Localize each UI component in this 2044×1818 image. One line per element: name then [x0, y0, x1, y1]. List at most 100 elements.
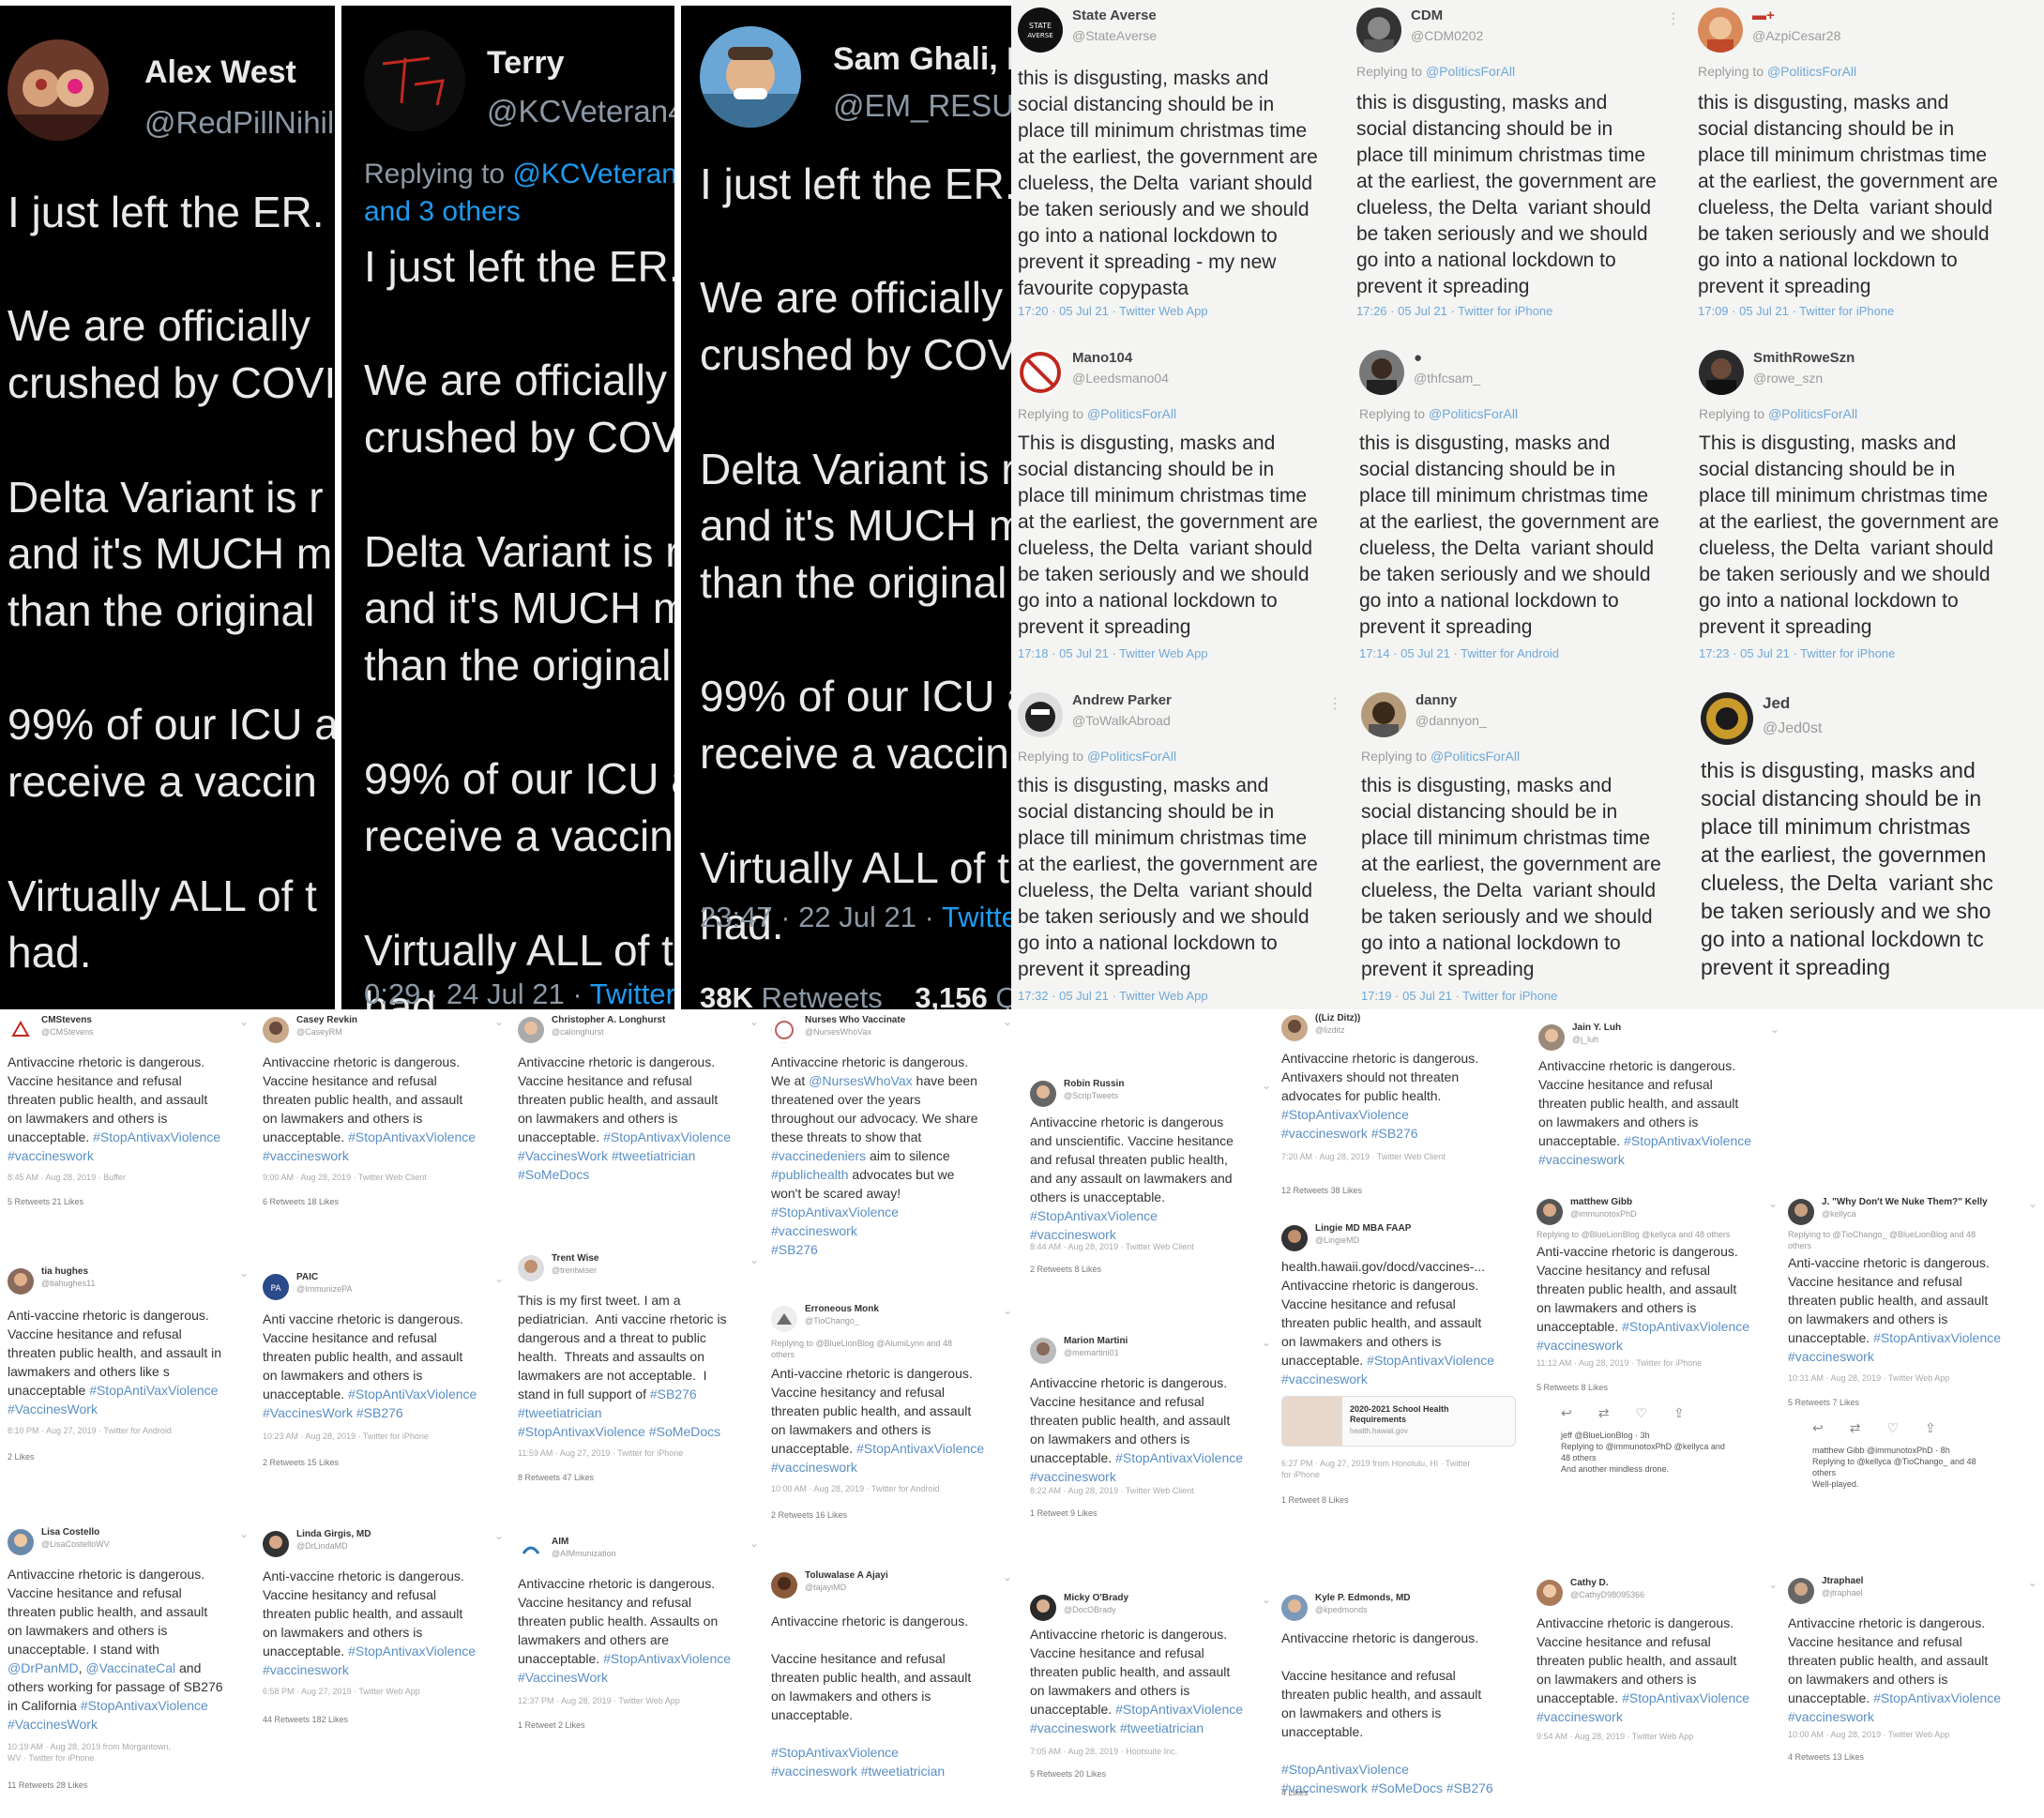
avatar[interactable]: [1538, 1024, 1565, 1051]
display-name[interactable]: Lisa Costello: [41, 1527, 99, 1538]
timestamp[interactable]: 12:37 PM · Aug 28, 2019 · Twitter Web Ap…: [518, 1696, 680, 1705]
handle[interactable]: @CMStevens: [41, 1027, 94, 1037]
chevron-down-icon[interactable]: ⌄: [494, 1529, 504, 1542]
reply-icon[interactable]: ↩: [1561, 1405, 1598, 1420]
chevron-down-icon[interactable]: ⌄: [1768, 1578, 1778, 1591]
timestamp[interactable]: 9:00 AM · Aug 28, 2019 · Twitter Web Cli…: [263, 1173, 427, 1182]
chevron-down-icon[interactable]: ⌄: [1003, 1015, 1012, 1028]
chevron-down-icon[interactable]: ⌄: [2028, 1197, 2037, 1210]
handle[interactable]: @TioChango_: [805, 1316, 859, 1326]
timestamp[interactable]: 9:54 AM · Aug 28, 2019 · Twitter Web App: [1537, 1732, 1693, 1741]
avatar[interactable]: [518, 1255, 544, 1281]
display-name[interactable]: Robin Russin: [1064, 1079, 1124, 1089]
reply-others-link[interactable]: and 3 others: [364, 196, 521, 227]
handle[interactable]: @tiahughes11: [41, 1279, 96, 1288]
avatar[interactable]: [1018, 692, 1063, 737]
handle[interactable]: @CDM0202: [1411, 28, 1483, 43]
reply-icon[interactable]: ↩: [1812, 1420, 1850, 1435]
more-icon[interactable]: ⋮: [1666, 9, 1681, 28]
timestamp[interactable]: 17:32 · 05 Jul 21 · Twitter Web App: [1018, 989, 1208, 1003]
timestamp[interactable]: 10:19 AM · Aug 28, 2019 from Morgantown,…: [8, 1741, 171, 1764]
retweet-icon[interactable]: ⇄: [1850, 1420, 1887, 1435]
avatar[interactable]: STATE AVERSE: [1018, 8, 1063, 53]
timestamp[interactable]: 17:19 · 05 Jul 21 · Twitter for iPhone: [1361, 989, 1557, 1003]
display-name[interactable]: J. "Why Don't We Nuke Them?" Kelly: [1822, 1197, 1988, 1207]
display-name[interactable]: Toluwalase A Ajayi: [805, 1570, 888, 1581]
handle[interactable]: @LingieMD: [1315, 1235, 1359, 1245]
display-name[interactable]: AIM: [552, 1537, 568, 1547]
timestamp[interactable]: 17:23 · 05 Jul 21 · Twitter for iPhone: [1699, 646, 1895, 660]
handle[interactable]: @kellyca: [1822, 1209, 1856, 1219]
chevron-down-icon[interactable]: ⌄: [1003, 1304, 1012, 1317]
display-name[interactable]: Andrew Parker: [1072, 692, 1172, 708]
handle[interactable]: @Jed0st: [1763, 720, 1822, 737]
display-name[interactable]: Lingie MD MBA FAAP: [1315, 1223, 1411, 1234]
timestamp[interactable]: 11:59 AM · Aug 27, 2019 · Twitter for iP…: [518, 1448, 683, 1458]
reply-mention-link[interactable]: @PoliticsForAll: [1087, 749, 1176, 764]
avatar[interactable]: [263, 1531, 289, 1557]
display-name-badge[interactable]: ●: [1414, 350, 1422, 366]
display-name[interactable]: SmithRoweSzn: [1753, 350, 1855, 366]
avatar[interactable]: [1356, 8, 1401, 53]
avatar[interactable]: [1537, 1580, 1563, 1606]
chevron-down-icon[interactable]: ⌄: [494, 1015, 504, 1028]
timestamp[interactable]: 8:44 AM · Aug 28, 2019 · Twitter Web Cli…: [1030, 1242, 1194, 1251]
avatar[interactable]: [263, 1017, 289, 1043]
handle[interactable]: @AzpiCesar28: [1752, 28, 1840, 43]
display-name[interactable]: ((Liz Ditz)): [1315, 1013, 1360, 1023]
avatar[interactable]: [1701, 692, 1753, 745]
timestamp[interactable]: 23:47 · 22 Jul 21 · Twitte: [700, 901, 1011, 934]
handle[interactable]: @jtraphael: [1822, 1588, 1863, 1598]
display-name[interactable]: PAIC: [296, 1272, 318, 1282]
avatar[interactable]: [1788, 1578, 1814, 1604]
heart-icon[interactable]: ♡: [1635, 1405, 1673, 1420]
display-name[interactable]: Sam Ghali, M.D: [833, 41, 1011, 78]
avatar[interactable]: [1699, 350, 1744, 395]
handle[interactable]: @dannyon_: [1416, 713, 1487, 728]
display-name[interactable]: Erroneous Monk: [805, 1304, 879, 1314]
timestamp[interactable]: 10:31 AM · Aug 28, 2019 · Twitter Web Ap…: [1788, 1373, 1949, 1383]
timestamp[interactable]: 17:20 · 05 Jul 21 · Twitter Web App: [1018, 304, 1208, 318]
chevron-down-icon[interactable]: ⌄: [239, 1015, 249, 1028]
source-link[interactable]: Twitter for iPhone: [1458, 304, 1552, 318]
handle[interactable]: @trentwiser: [552, 1265, 597, 1275]
avatar[interactable]: [700, 26, 801, 128]
timestamp[interactable]: 6:27 PM · Aug 27, 2019 from Honolulu, HI…: [1281, 1458, 1470, 1480]
display-name[interactable]: Jain Y. Luh: [1572, 1023, 1621, 1033]
avatar[interactable]: [1281, 1225, 1308, 1251]
avatar[interactable]: [1018, 350, 1063, 395]
chevron-down-icon[interactable]: ⌄: [494, 1272, 504, 1285]
chevron-down-icon[interactable]: ⌄: [2028, 1576, 2037, 1589]
handle[interactable]: @calonghurst: [552, 1027, 604, 1037]
display-name[interactable]: Kyle P. Edmonds, MD: [1315, 1593, 1411, 1603]
avatar[interactable]: [1359, 350, 1404, 395]
display-name[interactable]: matthew Gibb: [1570, 1197, 1632, 1207]
handle[interactable]: @EM_RESUS: [833, 88, 1011, 124]
handle[interactable]: @tajayiMD: [805, 1583, 846, 1592]
avatar[interactable]: [1361, 692, 1406, 737]
timestamp[interactable]: 8:45 AM · Aug 28, 2019 · Buffer: [8, 1173, 126, 1182]
source-link[interactable]: Twitter Web App: [1119, 646, 1207, 660]
chevron-down-icon[interactable]: ⌄: [239, 1266, 249, 1280]
display-name[interactable]: Jed: [1763, 694, 1790, 713]
source-link[interactable]: Twitter for iPhone: [1462, 989, 1557, 1003]
handle[interactable]: @CathyD98095366: [1570, 1590, 1644, 1599]
flag-emoji-name[interactable]: ▬+: [1752, 8, 1775, 23]
share-icon[interactable]: ⇪: [1673, 1405, 1711, 1420]
handle[interactable]: @ImmunizePA: [296, 1284, 352, 1294]
reply-mention-link[interactable]: @PoliticsForAll: [1768, 406, 1857, 421]
chevron-down-icon[interactable]: ⌄: [749, 1253, 759, 1266]
display-name[interactable]: Linda Girgis, MD: [296, 1529, 371, 1539]
handle[interactable]: @memartini01: [1064, 1348, 1119, 1357]
handle[interactable]: @AIMmunization: [552, 1549, 616, 1558]
timestamp[interactable]: 10:00 AM · Aug 28, 2019 · Twitter for An…: [771, 1484, 939, 1493]
handle[interactable]: @RedPillNihili: [144, 105, 335, 141]
timestamp[interactable]: 17:14 · 05 Jul 21 · Twitter for Android: [1359, 646, 1559, 660]
share-icon[interactable]: ⇪: [1925, 1420, 1962, 1435]
avatar[interactable]: [1281, 1595, 1308, 1621]
heart-icon[interactable]: ♡: [1886, 1420, 1925, 1435]
display-name[interactable]: tia hughes: [41, 1266, 88, 1277]
handle[interactable]: @CaseyRM: [296, 1027, 342, 1037]
handle[interactable]: @kpedmonds: [1315, 1605, 1368, 1614]
avatar[interactable]: [1030, 1081, 1056, 1107]
